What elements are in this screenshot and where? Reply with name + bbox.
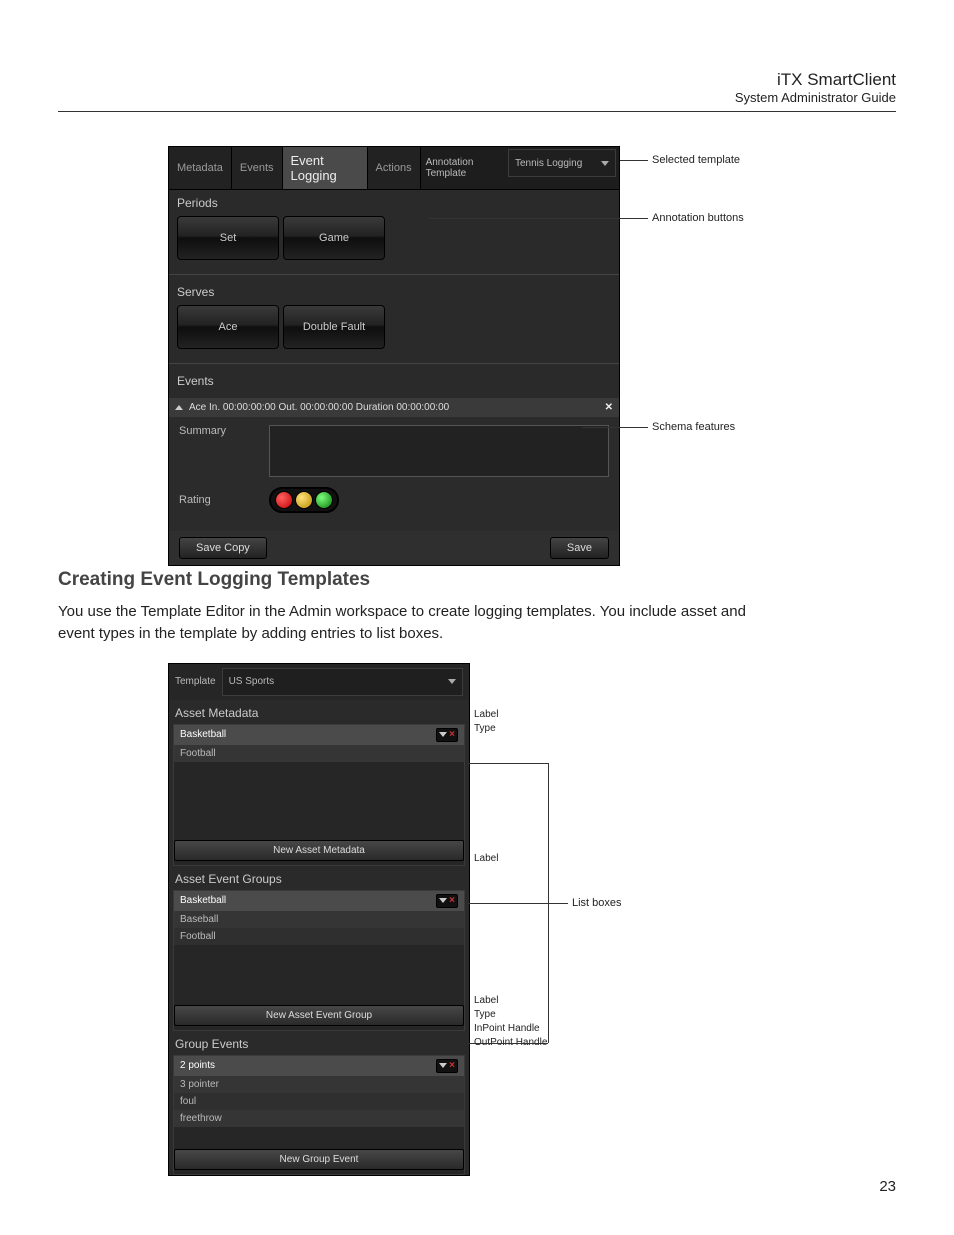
tab-bar: Metadata Events Event Logging Actions An… xyxy=(169,147,619,190)
new-asset-metadata-button[interactable]: New Asset Metadata xyxy=(174,840,464,861)
delete-icon[interactable]: × xyxy=(449,1061,455,1071)
asset-metadata-title: Asset Metadata xyxy=(169,700,469,724)
list-item-label: foul xyxy=(180,1096,196,1107)
template-label: Template xyxy=(175,676,216,687)
new-asset-event-group-button[interactable]: New Asset Event Group xyxy=(174,1005,464,1026)
callout-schema-features: Schema features xyxy=(652,421,735,433)
periods-section: Periods Set Game xyxy=(169,190,619,270)
save-button[interactable]: Save xyxy=(550,537,609,559)
list-item[interactable]: freethrow xyxy=(174,1110,464,1127)
group-events-list: 2 points × 3 pointer foul freethrow New … xyxy=(173,1055,465,1175)
event-row-text: Ace In. 00:00:00:00 Out. 00:00:00:00 Dur… xyxy=(189,402,449,413)
list-item-label: 3 pointer xyxy=(180,1079,219,1090)
header-rule xyxy=(58,111,896,112)
template-select-value: US Sports xyxy=(229,676,275,687)
rating-control[interactable] xyxy=(269,487,339,513)
double-fault-button[interactable]: Double Fault xyxy=(283,305,385,349)
chevron-down-icon[interactable] xyxy=(439,732,447,737)
list-item[interactable]: foul xyxy=(174,1093,464,1110)
callout-annotation-buttons: Annotation buttons xyxy=(652,212,744,224)
side-label: InPoint Handle xyxy=(474,1023,547,1034)
list-item[interactable]: Football xyxy=(174,745,464,762)
doc-title: iTX SmartClient xyxy=(58,70,896,90)
list-item[interactable]: Basketball × xyxy=(174,891,464,911)
doc-subtitle: System Administrator Guide xyxy=(58,90,896,105)
side-label: Label xyxy=(474,709,498,720)
serves-section: Serves Ace Double Fault xyxy=(169,279,619,359)
list-item-label: Basketball xyxy=(180,895,226,906)
event-row[interactable]: Ace In. 00:00:00:00 Out. 00:00:00:00 Dur… xyxy=(169,398,619,417)
page-number: 23 xyxy=(879,1178,896,1195)
annotation-template-select[interactable]: Tennis Logging xyxy=(508,149,616,177)
game-button[interactable]: Game xyxy=(283,216,385,260)
asset-event-groups-list: Basketball × Baseball Football New Asset… xyxy=(173,890,465,1031)
tab-events[interactable]: Events xyxy=(232,147,283,189)
list-item-label: 2 points xyxy=(180,1060,215,1071)
save-copy-button[interactable]: Save Copy xyxy=(179,537,267,559)
chevron-down-icon xyxy=(448,679,456,684)
rating-label: Rating xyxy=(179,494,269,506)
serves-title: Serves xyxy=(177,285,611,299)
annotation-template-value: Tennis Logging xyxy=(515,158,582,169)
tab-actions[interactable]: Actions xyxy=(368,147,421,189)
delete-icon[interactable]: × xyxy=(449,730,455,740)
template-select[interactable]: US Sports xyxy=(222,668,463,696)
template-editor-panel: Template US Sports Asset Metadata Basket… xyxy=(168,663,470,1176)
list-item-label: Basketball xyxy=(180,729,226,740)
chevron-down-icon xyxy=(601,161,609,166)
event-logging-panel: Metadata Events Event Logging Actions An… xyxy=(168,146,620,566)
rating-yellow-icon[interactable] xyxy=(295,491,313,509)
side-label: Label xyxy=(474,853,498,864)
list-item[interactable]: Basketball × xyxy=(174,725,464,745)
tab-metadata[interactable]: Metadata xyxy=(169,147,232,189)
list-item[interactable]: 2 points × xyxy=(174,1056,464,1076)
list-item-label: Baseball xyxy=(180,914,218,925)
periods-title: Periods xyxy=(177,196,611,210)
tab-event-logging[interactable]: Event Logging xyxy=(283,147,368,189)
list-item[interactable]: 3 pointer xyxy=(174,1076,464,1093)
callout-selected-template: Selected template xyxy=(652,154,740,166)
list-item[interactable]: Football xyxy=(174,928,464,945)
chevron-down-icon[interactable] xyxy=(439,898,447,903)
summary-input[interactable] xyxy=(269,425,609,477)
side-label: Label xyxy=(474,995,547,1006)
annotation-template-label: Annotation Template xyxy=(421,147,505,189)
rating-red-icon[interactable] xyxy=(275,491,293,509)
summary-label: Summary xyxy=(179,425,269,437)
group-events-title: Group Events xyxy=(169,1031,469,1055)
callout-list-boxes: List boxes xyxy=(572,897,622,909)
events-title: Events xyxy=(177,374,611,388)
side-label: Type xyxy=(474,723,498,734)
list-item-label: Football xyxy=(180,748,216,759)
asset-metadata-list: Basketball × Football New Asset Metadata xyxy=(173,724,465,866)
new-group-event-button[interactable]: New Group Event xyxy=(174,1149,464,1170)
chevron-down-icon[interactable] xyxy=(439,1063,447,1068)
section-heading: Creating Event Logging Templates xyxy=(58,569,896,591)
body-paragraph: You use the Template Editor in the Admin… xyxy=(58,601,778,645)
close-icon[interactable]: ✕ xyxy=(605,402,613,413)
list-item[interactable]: Baseball xyxy=(174,911,464,928)
chevron-up-icon[interactable] xyxy=(175,405,183,410)
set-button[interactable]: Set xyxy=(177,216,279,260)
delete-icon[interactable]: × xyxy=(449,896,455,906)
list-item-label: Football xyxy=(180,931,216,942)
asset-event-groups-title: Asset Event Groups xyxy=(169,866,469,890)
side-label: Type xyxy=(474,1009,547,1020)
list-item-label: freethrow xyxy=(180,1113,222,1124)
ace-button[interactable]: Ace xyxy=(177,305,279,349)
rating-green-icon[interactable] xyxy=(315,491,333,509)
